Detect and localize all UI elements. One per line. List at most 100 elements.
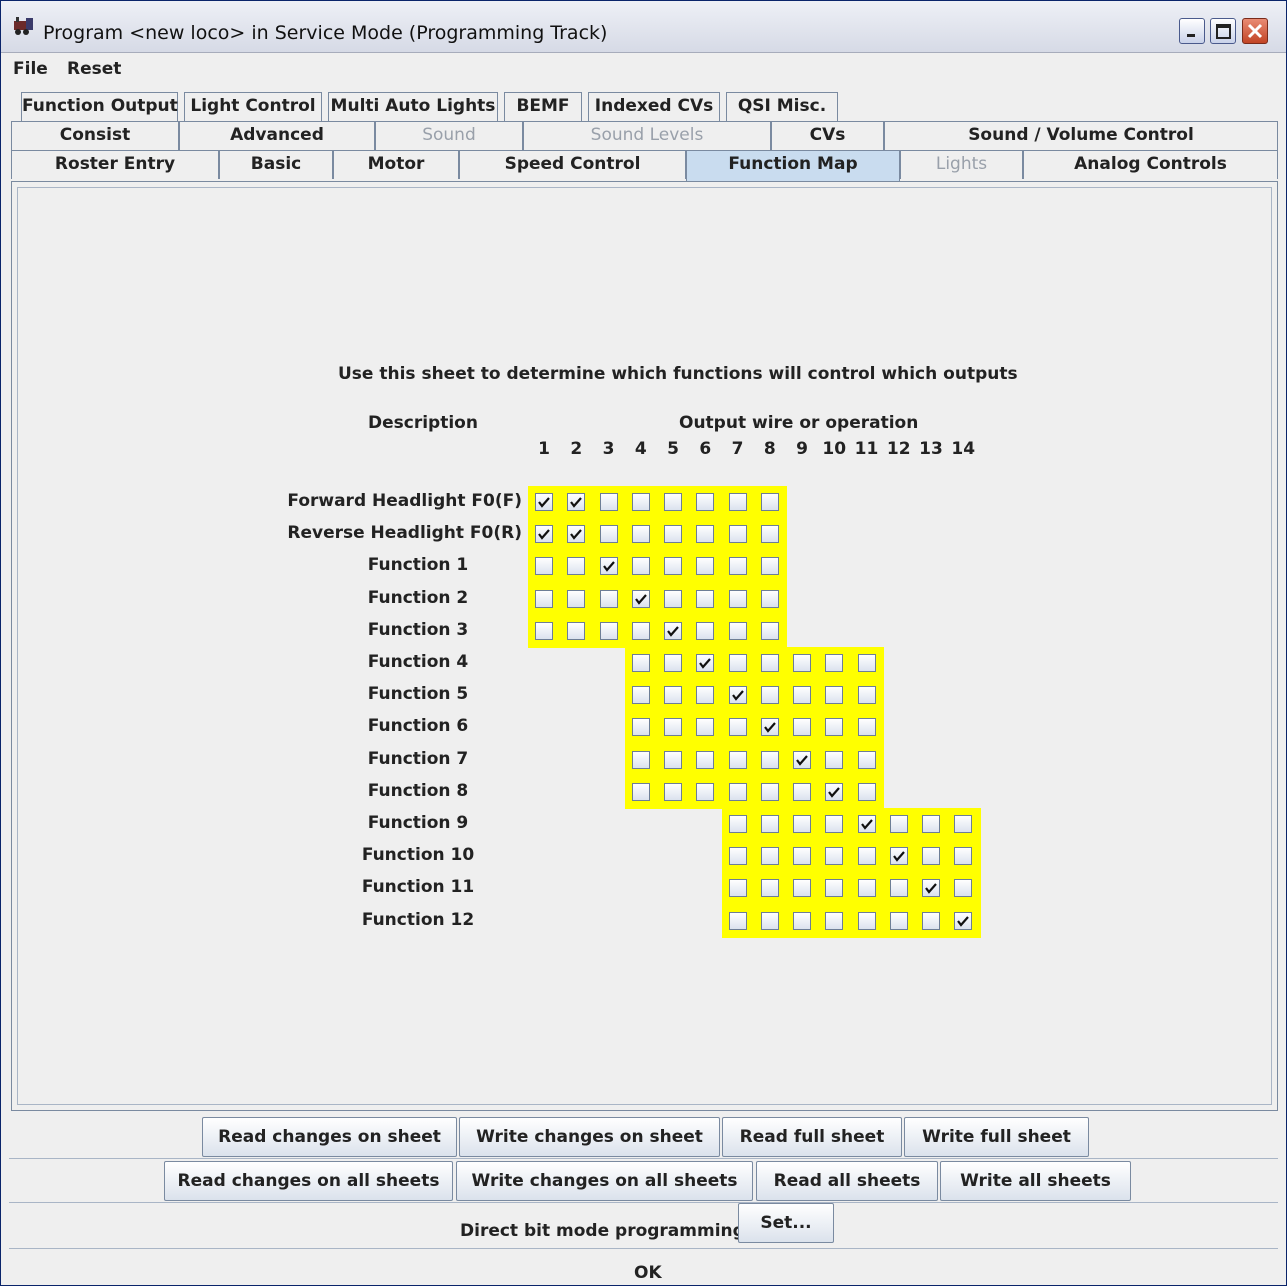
output-checkbox[interactable] bbox=[857, 847, 876, 866]
output-checkbox[interactable] bbox=[728, 525, 747, 544]
output-checkbox[interactable] bbox=[889, 911, 908, 930]
output-checkbox[interactable] bbox=[631, 525, 650, 544]
output-checkbox[interactable] bbox=[954, 815, 973, 833]
output-checkbox[interactable] bbox=[728, 750, 747, 769]
output-checkbox[interactable] bbox=[664, 750, 682, 769]
write-changes-on-sheet-button[interactable]: Write changes on sheet bbox=[459, 1117, 720, 1157]
output-checkbox[interactable] bbox=[825, 815, 844, 833]
output-checkbox[interactable] bbox=[664, 493, 682, 511]
output-checkbox[interactable] bbox=[631, 686, 650, 705]
output-checkbox[interactable] bbox=[535, 621, 553, 640]
output-checkbox[interactable] bbox=[696, 782, 715, 801]
output-checkbox[interactable] bbox=[857, 654, 876, 672]
output-checkbox[interactable] bbox=[825, 686, 844, 705]
menu-file[interactable]: File bbox=[13, 59, 48, 79]
output-checkbox[interactable] bbox=[535, 589, 553, 608]
output-checkbox[interactable] bbox=[631, 621, 650, 640]
output-checkbox[interactable] bbox=[728, 621, 747, 640]
output-checkbox[interactable] bbox=[664, 782, 682, 801]
output-checkbox[interactable] bbox=[922, 879, 940, 898]
output-checkbox[interactable] bbox=[696, 557, 715, 576]
output-checkbox[interactable] bbox=[760, 525, 779, 544]
set-button[interactable]: Set... bbox=[738, 1203, 834, 1243]
output-checkbox[interactable] bbox=[599, 621, 618, 640]
output-checkbox[interactable] bbox=[728, 911, 747, 930]
output-checkbox[interactable] bbox=[760, 654, 779, 672]
write-changes-on-all-sheets-button[interactable]: Write changes on all sheets bbox=[456, 1161, 753, 1201]
tab-cvs[interactable]: CVs bbox=[771, 121, 884, 150]
read-full-sheet-button[interactable]: Read full sheet bbox=[722, 1117, 902, 1157]
menu-reset[interactable]: Reset bbox=[67, 59, 121, 79]
output-checkbox[interactable] bbox=[728, 782, 747, 801]
output-checkbox[interactable] bbox=[760, 718, 779, 737]
output-checkbox[interactable] bbox=[696, 750, 715, 769]
output-checkbox[interactable] bbox=[825, 750, 844, 769]
output-checkbox[interactable] bbox=[793, 654, 811, 672]
output-checkbox[interactable] bbox=[793, 847, 811, 866]
output-checkbox[interactable] bbox=[760, 847, 779, 866]
output-checkbox[interactable] bbox=[728, 493, 747, 511]
output-checkbox[interactable] bbox=[825, 654, 844, 672]
output-checkbox[interactable] bbox=[793, 686, 811, 705]
output-checkbox[interactable] bbox=[825, 879, 844, 898]
output-checkbox[interactable] bbox=[889, 815, 908, 833]
output-checkbox[interactable] bbox=[567, 525, 586, 544]
output-checkbox[interactable] bbox=[793, 911, 811, 930]
minimize-button[interactable] bbox=[1179, 18, 1205, 44]
output-checkbox[interactable] bbox=[599, 557, 618, 576]
output-checkbox[interactable] bbox=[696, 718, 715, 737]
output-checkbox[interactable] bbox=[696, 589, 715, 608]
output-checkbox[interactable] bbox=[760, 815, 779, 833]
output-checkbox[interactable] bbox=[793, 782, 811, 801]
output-checkbox[interactable] bbox=[793, 750, 811, 769]
output-checkbox[interactable] bbox=[664, 718, 682, 737]
output-checkbox[interactable] bbox=[664, 621, 682, 640]
output-checkbox[interactable] bbox=[696, 493, 715, 511]
output-checkbox[interactable] bbox=[922, 815, 940, 833]
output-checkbox[interactable] bbox=[728, 879, 747, 898]
output-checkbox[interactable] bbox=[535, 557, 553, 576]
tab-sound-levels[interactable]: Sound Levels bbox=[523, 121, 771, 150]
output-checkbox[interactable] bbox=[631, 557, 650, 576]
tab-analog-controls[interactable]: Analog Controls bbox=[1023, 150, 1278, 179]
output-checkbox[interactable] bbox=[857, 782, 876, 801]
output-checkbox[interactable] bbox=[825, 911, 844, 930]
output-checkbox[interactable] bbox=[760, 493, 779, 511]
tab-multi-auto-lights[interactable]: Multi Auto Lights bbox=[328, 92, 498, 121]
output-checkbox[interactable] bbox=[567, 557, 586, 576]
output-checkbox[interactable] bbox=[696, 525, 715, 544]
tab-indexed-cvs[interactable]: Indexed CVs bbox=[588, 92, 720, 121]
output-checkbox[interactable] bbox=[954, 879, 973, 898]
title-bar[interactable]: Program <new loco> in Service Mode (Prog… bbox=[1, 1, 1286, 53]
output-checkbox[interactable] bbox=[728, 815, 747, 833]
output-checkbox[interactable] bbox=[664, 557, 682, 576]
tab-sound-volume-control[interactable]: Sound / Volume Control bbox=[884, 121, 1278, 150]
output-checkbox[interactable] bbox=[760, 750, 779, 769]
tab-consist[interactable]: Consist bbox=[11, 121, 179, 150]
output-checkbox[interactable] bbox=[535, 493, 553, 511]
output-checkbox[interactable] bbox=[696, 686, 715, 705]
tab-bemf[interactable]: BEMF bbox=[504, 92, 582, 121]
output-checkbox[interactable] bbox=[631, 750, 650, 769]
output-checkbox[interactable] bbox=[599, 493, 618, 511]
output-checkbox[interactable] bbox=[631, 589, 650, 608]
tab-function-output[interactable]: Function Output bbox=[21, 92, 178, 121]
output-checkbox[interactable] bbox=[760, 589, 779, 608]
output-checkbox[interactable] bbox=[567, 589, 586, 608]
tab-motor[interactable]: Motor bbox=[333, 150, 459, 179]
output-checkbox[interactable] bbox=[664, 589, 682, 608]
tab-speed-control[interactable]: Speed Control bbox=[459, 150, 686, 179]
output-checkbox[interactable] bbox=[535, 525, 553, 544]
output-checkbox[interactable] bbox=[760, 621, 779, 640]
output-checkbox[interactable] bbox=[857, 911, 876, 930]
output-checkbox[interactable] bbox=[857, 718, 876, 737]
tab-basic[interactable]: Basic bbox=[219, 150, 333, 179]
output-checkbox[interactable] bbox=[696, 654, 715, 672]
output-checkbox[interactable] bbox=[954, 847, 973, 866]
output-checkbox[interactable] bbox=[728, 589, 747, 608]
output-checkbox[interactable] bbox=[825, 847, 844, 866]
output-checkbox[interactable] bbox=[857, 879, 876, 898]
output-checkbox[interactable] bbox=[954, 911, 973, 930]
write-full-sheet-button[interactable]: Write full sheet bbox=[904, 1117, 1089, 1157]
output-checkbox[interactable] bbox=[760, 911, 779, 930]
